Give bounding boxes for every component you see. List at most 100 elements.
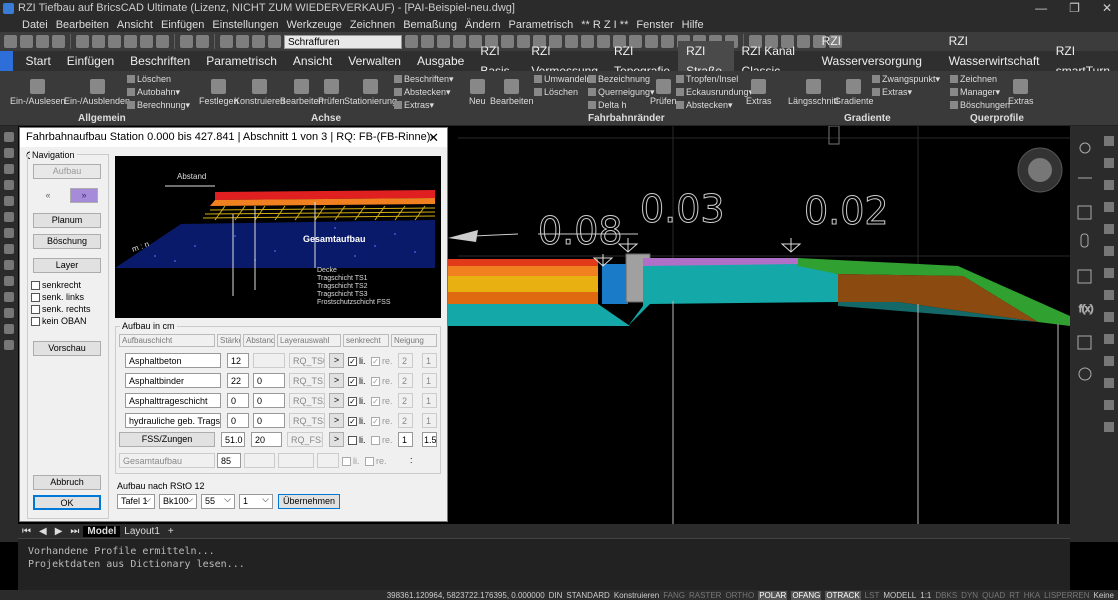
new-icon[interactable]	[4, 35, 17, 48]
menu-item-1[interactable]: Bearbeiten	[52, 19, 113, 31]
menu-item-6[interactable]: Zeichnen	[346, 19, 399, 31]
status-polar[interactable]: POLAR	[758, 590, 788, 600]
status-konstruieren[interactable]: Konstruieren	[614, 591, 659, 600]
status-ofang[interactable]: OFANG	[791, 590, 822, 600]
fss-links-checkbox[interactable]: li.	[348, 435, 366, 445]
hatch-layer-combo[interactable]: Schraffuren	[284, 34, 402, 49]
layer-select-button[interactable]: >	[329, 373, 344, 388]
menu-item-0[interactable]: Datei	[18, 19, 52, 31]
querneigung-button[interactable]: Querneigung▾	[588, 87, 655, 98]
planum-button[interactable]: Planum	[33, 213, 101, 228]
menu-item-11[interactable]: Fenster	[632, 19, 677, 31]
layer-name-input[interactable]: Asphalttrageschicht	[125, 393, 221, 408]
fss-rechts-checkbox[interactable]: re.	[371, 435, 393, 445]
tool-e-icon[interactable]	[1104, 224, 1114, 234]
fx-icon[interactable]: f(x)	[1079, 304, 1094, 316]
menu-item-7[interactable]: Bemaßung	[399, 19, 461, 31]
tropfen-insel-button[interactable]: Tropfen/Insel	[676, 74, 738, 84]
ellipse-tool-icon[interactable]	[4, 244, 14, 254]
menu-item-5[interactable]: Werkzeuge	[282, 19, 345, 31]
layer-select-button[interactable]: >	[329, 393, 344, 408]
tab-layout1[interactable]: Layout1	[120, 526, 164, 537]
qp-boeschungen-button[interactable]: Böschungen	[950, 100, 1010, 110]
ribbon-tab-1[interactable]: Einfügen	[59, 51, 122, 71]
text-tool-icon[interactable]	[4, 324, 14, 334]
tool-k-icon[interactable]	[1104, 356, 1114, 366]
tool-n-icon[interactable]	[1104, 422, 1114, 432]
layer-name-input[interactable]: Asphaltbeton	[125, 353, 221, 368]
command-line[interactable]: Vorhandene Profile ermitteln... Projektd…	[18, 538, 1070, 590]
menu-item-3[interactable]: Einfügen	[157, 19, 208, 31]
festlegen-button[interactable]: Festlegen	[199, 79, 239, 106]
prev-page-button[interactable]: «	[33, 188, 63, 203]
mtext-tool-icon[interactable]	[4, 340, 14, 350]
senk-rechts-checkbox[interactable]: senk. rechts	[31, 304, 91, 314]
ok-button[interactable]: OK	[33, 495, 101, 510]
fahrbahn-abstecken-button[interactable]: Abstecken▾	[676, 100, 733, 111]
status-standard[interactable]: STANDARD	[566, 591, 609, 600]
fss-neigung-m[interactable]: 1	[398, 432, 413, 447]
abstand-input[interactable]: 0	[253, 413, 285, 428]
aufbau-button[interactable]: Aufbau	[33, 164, 101, 179]
tool-g-icon[interactable]	[1104, 268, 1114, 278]
erase-icon[interactable]	[437, 35, 450, 48]
tool-f-icon[interactable]	[1104, 246, 1114, 256]
menu-item-10[interactable]: ** R Z I **	[577, 19, 632, 31]
arc-tool-icon[interactable]	[4, 164, 14, 174]
layer-name-input[interactable]: hydrauliche geb. Tragschicht	[125, 413, 221, 428]
bulb-icon[interactable]	[1079, 142, 1091, 154]
tool-d-icon[interactable]	[1104, 202, 1114, 212]
tool-a-icon[interactable]	[1104, 136, 1114, 146]
status-dyn[interactable]: DYN	[961, 591, 978, 600]
tool-l-icon[interactable]	[1104, 378, 1114, 388]
attach-icon[interactable]	[1080, 233, 1089, 248]
status-modell[interactable]: MODELL	[883, 591, 916, 600]
next-page-button[interactable]: »	[70, 188, 98, 203]
print-preview-icon[interactable]	[92, 35, 105, 48]
achse-bearbeiten-button[interactable]: Bearbeiten	[280, 79, 324, 106]
ribbon-tab-5[interactable]: Verwalten	[340, 51, 409, 71]
status-otrack[interactable]: OTRACK	[825, 590, 861, 600]
achse-beschriften-button[interactable]: Beschriften▾	[394, 74, 454, 85]
undo-icon[interactable]	[180, 35, 193, 48]
print-icon[interactable]	[76, 35, 89, 48]
berechnung-button[interactable]: Berechnung▾	[127, 100, 190, 111]
ein-auslesen-button[interactable]: Ein-/Auslesen	[10, 79, 66, 106]
structure-icon[interactable]	[1077, 335, 1092, 350]
open-icon[interactable]	[20, 35, 33, 48]
fahrbahn-pruefen-button[interactable]: Prüfen	[650, 79, 677, 106]
layers-icon[interactable]	[1077, 205, 1092, 220]
hatch-tool-icon[interactable]	[4, 276, 14, 286]
status-lisperren[interactable]: LISPERREN	[1044, 591, 1089, 600]
zeile-select[interactable]: 1	[239, 493, 273, 509]
senk-links-checkbox[interactable]: senk. links	[31, 292, 84, 302]
copy-entity-icon[interactable]	[453, 35, 466, 48]
gradiente-extras-button[interactable]: Extras▾	[872, 87, 912, 98]
qp-zeichnen-button[interactable]: Zeichnen	[950, 74, 997, 84]
minimize-button[interactable]: —	[1035, 0, 1047, 17]
save-icon[interactable]	[36, 35, 49, 48]
qp-extras-button[interactable]: Extras	[1008, 79, 1034, 106]
copy-icon[interactable]	[124, 35, 137, 48]
delta-h-button[interactable]: Delta h	[588, 100, 627, 110]
menu-item-12[interactable]: Hilfe	[678, 19, 708, 31]
restore-button[interactable]: ❐	[1069, 0, 1080, 17]
layer-select-button[interactable]: >	[329, 353, 344, 368]
staerke-input[interactable]: 12	[227, 353, 249, 368]
status-scale[interactable]: 1:1	[920, 591, 931, 600]
status-keine[interactable]: Keine	[1094, 591, 1114, 600]
laengsschnitt-button[interactable]: Längsschnitt	[788, 79, 839, 106]
redo-icon[interactable]	[196, 35, 209, 48]
tool-c-icon[interactable]	[1104, 180, 1114, 190]
polyline-tool-icon[interactable]	[4, 148, 14, 158]
dicke-select[interactable]: 55	[201, 493, 235, 509]
dialog-close-button[interactable]: ✕	[428, 128, 439, 147]
zwangspunkt-button[interactable]: Zwangspunkt▾	[872, 74, 940, 85]
fss-layer-select-button[interactable]: >	[329, 432, 344, 447]
close-window-button[interactable]: ✕	[1102, 0, 1112, 17]
tab-add[interactable]: +	[164, 526, 178, 537]
layer-select-button[interactable]: >	[329, 413, 344, 428]
menu-item-4[interactable]: Einstellungen	[208, 19, 282, 31]
menu-item-8[interactable]: Ändern	[461, 19, 504, 31]
status-raster[interactable]: RASTER	[689, 591, 721, 600]
